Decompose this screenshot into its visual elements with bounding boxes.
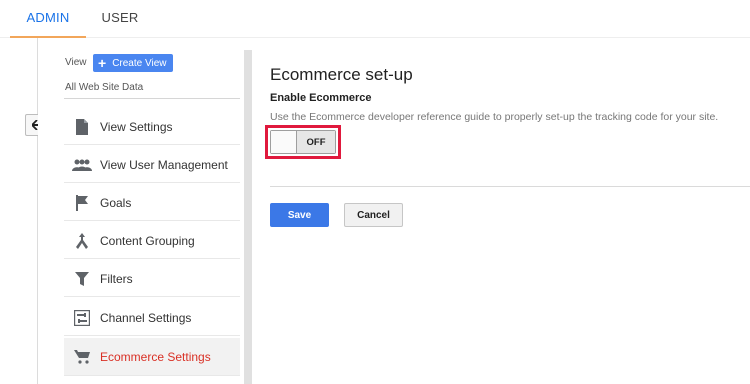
sidebar-item-goals[interactable]: Goals	[64, 185, 240, 221]
property-name: All Web Site Data	[65, 82, 144, 93]
top-tab-bar: ADMIN USER	[0, 0, 750, 38]
sidebar-item-view-user-management[interactable]: View User Management	[64, 147, 240, 183]
cancel-button[interactable]: Cancel	[344, 203, 403, 227]
toggle-state-label: OFF	[297, 131, 335, 153]
people-icon	[64, 159, 100, 171]
sidebar-item-label: Goals	[100, 195, 132, 210]
sidebar-item-label: View User Management	[100, 157, 228, 172]
create-view-label: Create View	[112, 57, 167, 69]
sidebar-item-label: Filters	[100, 271, 133, 286]
sidebar-item-label: Ecommerce Settings	[100, 349, 211, 364]
plus-icon: +	[98, 55, 107, 71]
save-button[interactable]: Save	[270, 203, 329, 227]
enable-ecommerce-toggle[interactable]: OFF	[270, 130, 336, 154]
document-icon	[64, 118, 100, 135]
grouping-icon	[64, 232, 100, 249]
property-divider	[64, 98, 240, 99]
sidebar-item-channel-settings[interactable]: Channel Settings	[64, 300, 240, 336]
sidebar-item-label: View Settings	[100, 119, 173, 134]
filter-icon	[64, 271, 100, 286]
sidebar-item-label: Channel Settings	[100, 310, 192, 325]
panel-scrollbar[interactable]	[244, 50, 252, 384]
section-heading: Enable Ecommerce	[270, 92, 372, 104]
tab-user[interactable]: USER	[92, 0, 148, 38]
left-gutter	[0, 38, 36, 384]
channel-icon	[64, 309, 100, 326]
sidebar-item-content-grouping[interactable]: Content Grouping	[64, 223, 240, 259]
cart-icon	[64, 349, 100, 364]
view-label: View	[65, 57, 87, 68]
flag-icon	[64, 194, 100, 211]
toggle-knob	[271, 131, 297, 153]
section-description: Use the Ecommerce developer reference gu…	[270, 111, 719, 123]
sidebar-item-view-settings[interactable]: View Settings	[64, 109, 240, 145]
sidebar-item-label: Content Grouping	[100, 233, 195, 248]
page-title: Ecommerce set-up	[270, 65, 413, 84]
sidebar-item-ecommerce-settings[interactable]: Ecommerce Settings	[64, 338, 240, 376]
create-view-button[interactable]: + Create View	[93, 54, 173, 72]
section-divider	[270, 186, 750, 187]
sidebar-item-filters[interactable]: Filters	[64, 261, 240, 297]
tab-admin[interactable]: ADMIN	[10, 0, 86, 38]
